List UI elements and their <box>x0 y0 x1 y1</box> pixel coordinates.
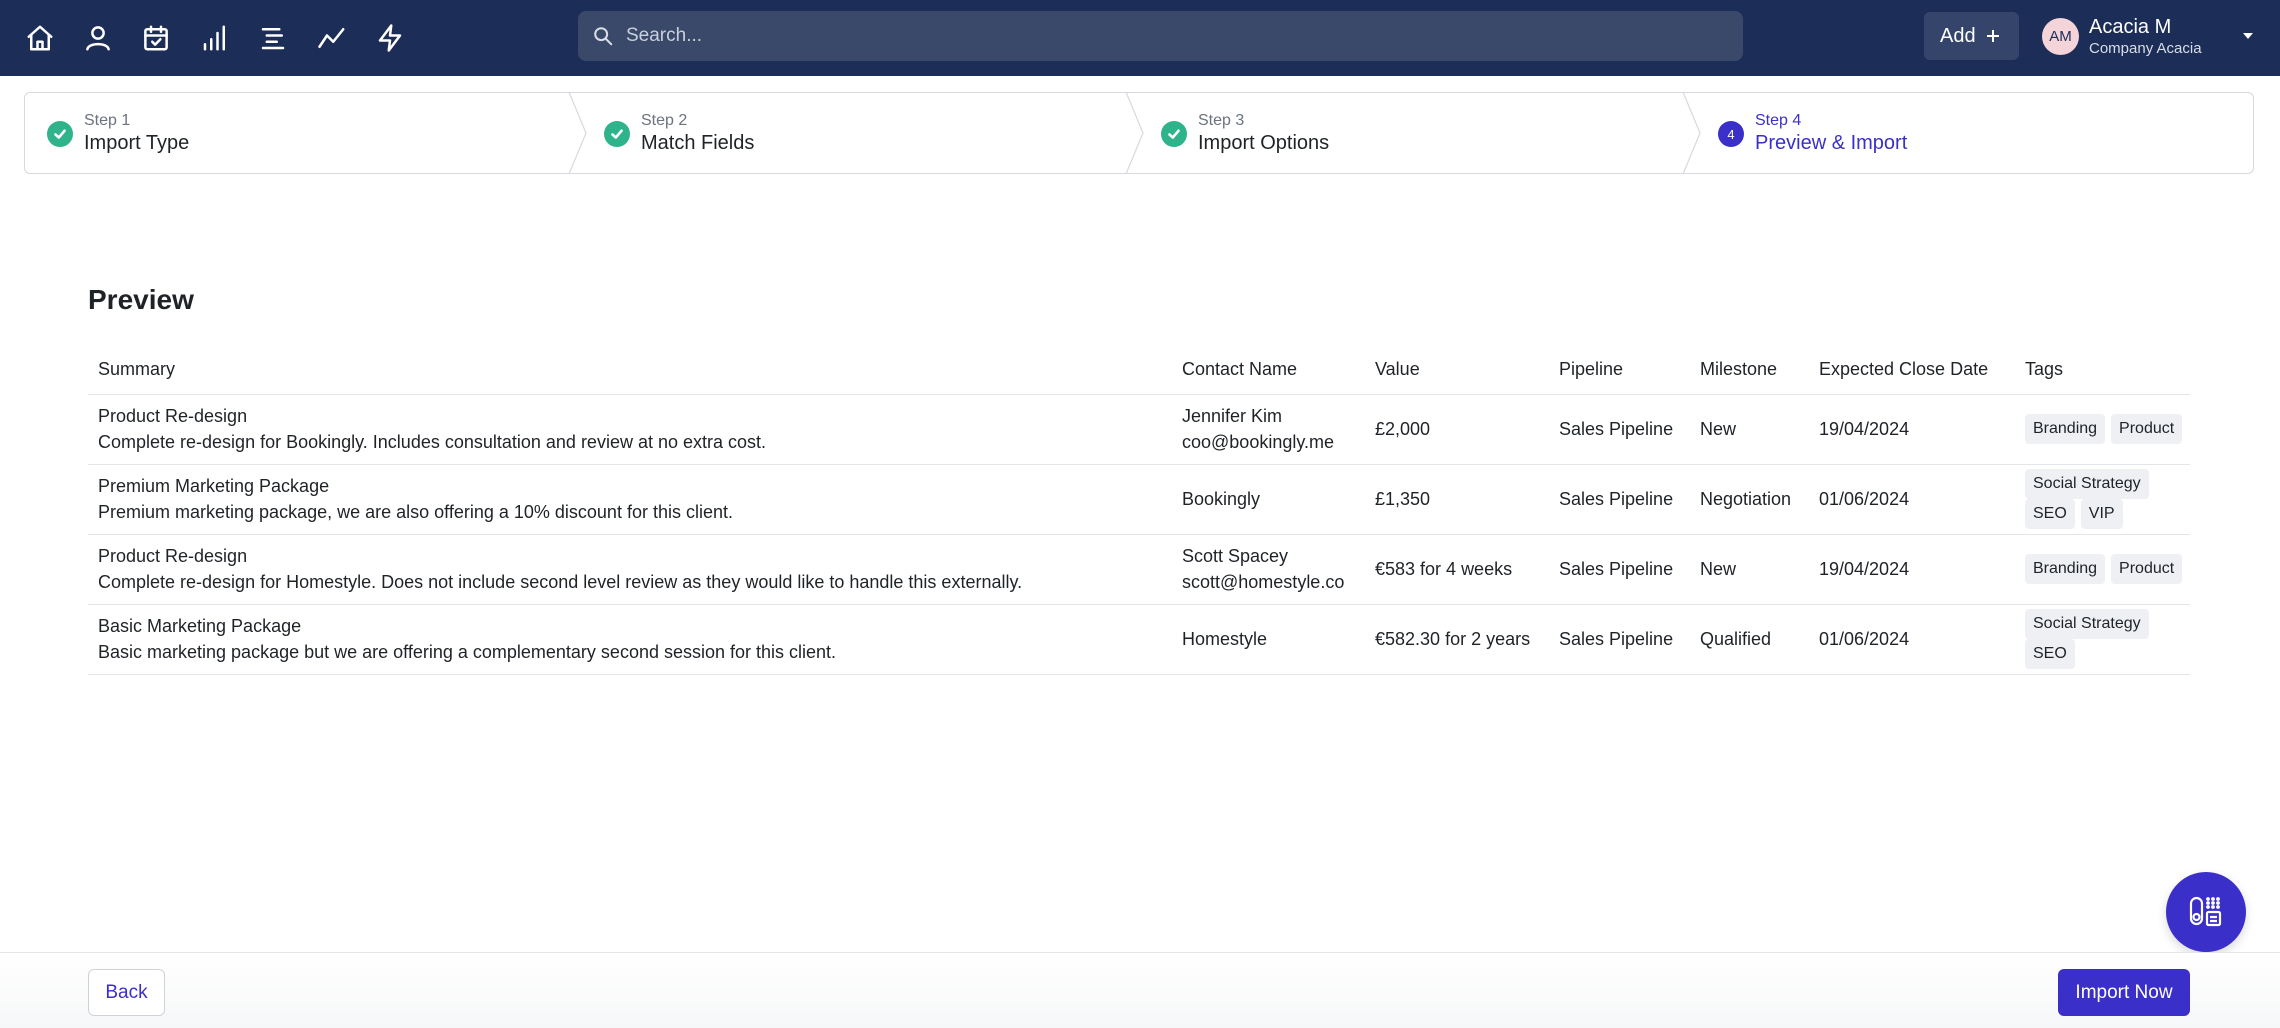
table-header-row: Summary Contact Name Value Pipeline Mile… <box>88 346 2190 395</box>
add-button-label: Add <box>1940 24 1976 47</box>
table-row: Premium Marketing Package Premium marketi… <box>88 464 2190 535</box>
deal-value: £1,350 <box>1365 464 1549 535</box>
tag: Branding <box>2025 554 2106 584</box>
deal-milestone: New <box>1690 534 1809 605</box>
column-header-value: Value <box>1365 346 1549 395</box>
contact-name: Scott Spacey <box>1182 546 1289 566</box>
deal-pipeline: Sales Pipeline <box>1549 464 1690 535</box>
column-header-contact-name: Contact Name <box>1172 346 1365 395</box>
tag: Social Strategy <box>2025 469 2149 499</box>
step-title: Import Options <box>1198 132 1330 154</box>
column-header-pipeline: Pipeline <box>1549 346 1690 395</box>
trend-line-icon[interactable] <box>312 18 352 58</box>
back-button[interactable]: Back <box>88 969 165 1016</box>
deal-pipeline: Sales Pipeline <box>1549 394 1690 465</box>
contact-name: Bookingly <box>1182 489 1261 509</box>
preview-table: Summary Contact Name Value Pipeline Mile… <box>88 346 2190 675</box>
column-header-milestone: Milestone <box>1690 346 1809 395</box>
user-company: Company Acacia <box>2089 40 2202 57</box>
tag: SEO <box>2025 499 2075 529</box>
check-icon <box>47 121 73 147</box>
top-navigation-bar: Add AM Acacia M Company Acacia <box>0 0 2280 76</box>
lightning-icon[interactable] <box>370 18 410 58</box>
step-badge: 4 <box>1718 121 1744 147</box>
bar-chart-icon[interactable] <box>195 18 235 58</box>
deal-milestone: New <box>1690 394 1809 465</box>
step-title: Match Fields <box>641 132 755 154</box>
check-icon <box>604 121 630 147</box>
deal-value: £2,000 <box>1365 394 1549 465</box>
deal-title: Product Re-design <box>98 546 248 566</box>
tag: Branding <box>2025 414 2106 444</box>
add-button[interactable]: Add <box>1924 12 2019 60</box>
deal-title: Premium Marketing Package <box>98 476 330 496</box>
step-number: Step 4 <box>1755 112 1802 129</box>
deal-pipeline: Sales Pipeline <box>1549 604 1690 675</box>
table-row: Product Re-design Complete re-design for … <box>88 534 2190 605</box>
column-header-summary: Summary <box>88 346 1172 395</box>
contact-email: scott@homestyle.co <box>1182 572 1345 592</box>
widget-icon <box>2189 896 2222 927</box>
deal-pipeline: Sales Pipeline <box>1549 534 1690 605</box>
calendar-check-icon[interactable] <box>136 18 176 58</box>
contact-name: Homestyle <box>1182 629 1268 649</box>
column-header-expected-close-date: Expected Close Date <box>1809 346 2015 395</box>
deal-title: Product Re-design <box>98 406 248 426</box>
contact-name: Jennifer Kim <box>1182 406 1283 426</box>
page-title: Preview <box>88 284 194 315</box>
step-number: Step 3 <box>1198 112 1245 129</box>
avatar[interactable]: AM <box>2042 18 2079 55</box>
home-icon[interactable] <box>20 18 60 58</box>
step-import-options[interactable]: Step 3 Import Options <box>1139 93 1695 173</box>
user-name: Acacia M <box>2089 16 2172 38</box>
contact-email: coo@bookingly.me <box>1182 432 1335 452</box>
deal-description: Complete re-design for Bookingly. Includ… <box>98 432 767 452</box>
step-number: Step 1 <box>84 112 131 129</box>
step-number: Step 2 <box>641 112 688 129</box>
tag: Product <box>2111 414 2183 444</box>
chevron-down-icon[interactable] <box>2240 28 2256 44</box>
footer-bar <box>0 952 2280 1028</box>
check-icon <box>1161 121 1187 147</box>
search-input[interactable] <box>626 11 1726 61</box>
column-header-tags: Tags <box>2015 346 2190 395</box>
step-import-type[interactable]: Step 1 Import Type <box>25 93 581 173</box>
step-preview-import[interactable]: 4 Step 4 Preview & Import <box>1696 93 2252 173</box>
import-now-button[interactable]: Import Now <box>2058 969 2190 1016</box>
tag: Social Strategy <box>2025 609 2149 639</box>
deal-milestone: Negotiation <box>1690 464 1809 535</box>
step-title: Import Type <box>84 132 190 154</box>
table-row: Basic Marketing Package Basic marketing p… <box>88 604 2190 675</box>
tag: Product <box>2111 554 2183 584</box>
deal-close-date: 01/06/2024 <box>1809 464 2015 535</box>
tag: SEO <box>2025 639 2075 669</box>
deal-value: €583 for 4 weeks <box>1365 534 1549 605</box>
list-icon[interactable] <box>253 18 293 58</box>
deal-close-date: 19/04/2024 <box>1809 534 2015 605</box>
search-icon <box>592 25 614 47</box>
tag: VIP <box>2080 499 2123 529</box>
plus-icon <box>1983 26 2003 46</box>
step-title: Preview & Import <box>1755 132 1908 154</box>
import-stepper: Step 1 Import Type Step 2 Match Fields S… <box>24 91 2254 175</box>
search-box <box>578 11 1743 61</box>
step-match-fields[interactable]: Step 2 Match Fields <box>582 93 1138 173</box>
table-row: Product Re-design Complete re-design for … <box>88 394 2190 465</box>
person-icon[interactable] <box>78 18 118 58</box>
deal-description: Premium marketing package, we are also o… <box>98 502 733 522</box>
deal-title: Basic Marketing Package <box>98 616 302 636</box>
deal-close-date: 01/06/2024 <box>1809 604 2015 675</box>
deal-value: €582.30 for 2 years <box>1365 604 1549 675</box>
deal-description: Basic marketing package but we are offer… <box>98 642 837 662</box>
deal-close-date: 19/04/2024 <box>1809 394 2015 465</box>
deal-description: Complete re-design for Homestyle. Does n… <box>98 572 1023 592</box>
floating-widget-button[interactable] <box>2166 872 2246 952</box>
deal-milestone: Qualified <box>1690 604 1809 675</box>
